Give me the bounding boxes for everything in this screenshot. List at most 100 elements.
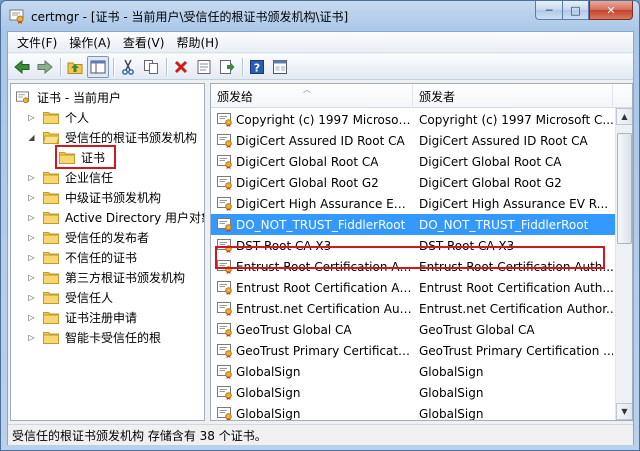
up-one-level-button[interactable] [64, 56, 86, 78]
folder-icon [43, 171, 59, 184]
column-header-issued-to[interactable]: 颁发给 ︿ [211, 84, 413, 108]
certificate-icon [217, 406, 232, 420]
tree-root-current-user[interactable]: 证书 - 当前用户 [15, 87, 123, 107]
table-row[interactable]: DigiCert High Assurance EV ... DigiCert H… [211, 193, 615, 214]
certificate-icon [217, 196, 232, 211]
collapse-arrow-icon[interactable]: ◢ [27, 133, 36, 142]
tree-label: 第三方根证书颁发机构 [65, 270, 186, 285]
certificate-icon [217, 343, 232, 358]
tree-item-intermediate-ca[interactable]: ▷ 中级证书颁发机构 [27, 187, 163, 207]
expand-arrow-icon[interactable]: ▷ [27, 213, 36, 222]
help-icon: ? [250, 59, 264, 74]
expand-arrow-icon[interactable]: ▷ [27, 173, 36, 182]
back-arrow-icon [14, 59, 30, 74]
cell-text: DO_NOT_TRUST_FiddlerRoot [236, 217, 406, 232]
maximize-button[interactable]: □ [562, 1, 589, 20]
cell-text: DigiCert Assured ID Root CA [236, 133, 405, 148]
table-row[interactable]: GlobalSign GlobalSign [211, 361, 615, 382]
tree-item-third-party-root[interactable]: ▷ 第三方根证书颁发机构 [27, 267, 187, 287]
cell-text: DigiCert Global Root CA [419, 154, 562, 169]
expand-arrow-icon[interactable]: ▷ [27, 313, 36, 322]
cell-text: Entrust Root Certification Auth... [419, 280, 613, 295]
mmc-icon [273, 59, 287, 74]
folder-icon [43, 211, 59, 224]
cell-text: GlobalSign [419, 406, 484, 421]
menu-help[interactable]: 帮助(H) [170, 32, 224, 53]
tree-item-active-directory[interactable]: ▷ Active Directory 用户对象 [27, 207, 205, 227]
status-bar: 受信任的根证书颁发机构 存储含有 38 个证书。 [8, 424, 633, 445]
scroll-down-button[interactable]: ▼ [616, 403, 632, 420]
menu-action[interactable]: 操作(A) [63, 32, 117, 53]
menu-file[interactable]: 文件(F) [11, 32, 63, 53]
tree-item-trusted-root[interactable]: ◢ 受信任的根证书颁发机构 [27, 127, 199, 147]
tree-item-untrusted[interactable]: ▷ 不信任的证书 [27, 247, 139, 267]
expand-arrow-icon[interactable]: ▷ [27, 193, 36, 202]
expand-arrow-icon[interactable]: ▷ [27, 273, 36, 282]
back-button[interactable] [11, 56, 33, 78]
vertical-scrollbar[interactable]: ▲ ▼ [615, 108, 632, 420]
scrollbar-thumb[interactable] [617, 133, 632, 244]
minimize-button[interactable]: ─ [535, 1, 562, 20]
cell-text: DigiCert Global Root G2 [419, 175, 562, 190]
tree-item-enrollment-requests[interactable]: ▷ 证书注册申请 [27, 307, 139, 327]
show-hide-console-tree-button[interactable] [87, 55, 109, 78]
expand-arrow-icon[interactable]: ▷ [27, 253, 36, 262]
table-row[interactable]: GlobalSign GlobalSign [211, 403, 615, 421]
tree-item-smart-card-root[interactable]: ▷ 智能卡受信任的根 [27, 327, 163, 347]
column-label: 颁发给 [217, 89, 254, 104]
tree-label: 证书注册申请 [65, 310, 138, 325]
scroll-up-icon: ▲ [621, 112, 628, 121]
tree-item-trusted-publishers[interactable]: ▷ 受信任的发布者 [27, 227, 151, 247]
table-row[interactable]: GlobalSign GlobalSign [211, 382, 615, 403]
tree-item-trusted-people[interactable]: ▷ 受信任人 [27, 287, 115, 307]
scroll-up-button[interactable]: ▲ [616, 108, 632, 125]
table-row[interactable]: DO_NOT_TRUST_FiddlerRoot DO_NOT_TRUST_Fid… [211, 214, 615, 235]
minimize-icon: ─ [545, 3, 553, 17]
cell-text: DigiCert High Assurance EV ... [236, 196, 413, 211]
cell-issued-to: GlobalSign [211, 364, 413, 379]
table-row[interactable]: Copyright (c) 1997 Microsoft... Copyright… [211, 109, 615, 130]
expand-arrow-icon[interactable]: ▷ [27, 293, 36, 302]
copy-button[interactable] [140, 56, 162, 78]
tree-label: Active Directory 用户对象 [65, 210, 205, 225]
column-header-issued-by[interactable]: 颁发者 [413, 84, 613, 108]
expand-arrow-icon[interactable]: ▷ [27, 113, 36, 122]
list-header: 颁发给 ︿ 颁发者 [211, 84, 632, 108]
help-button[interactable]: ? [246, 56, 268, 78]
expand-arrow-icon[interactable]: ▷ [27, 333, 36, 342]
properties-button[interactable] [193, 56, 215, 78]
cell-text: Copyright (c) 1997 Microsoft C... [419, 112, 613, 127]
cell-text: GeoTrust Primary Certificatio... [236, 343, 413, 358]
certificate-icon [217, 364, 232, 379]
table-row[interactable]: DigiCert Assured ID Root CA DigiCert Assu… [211, 130, 615, 151]
cut-button[interactable] [117, 56, 139, 78]
table-row[interactable]: Entrust.net Certification Auth... Entrust… [211, 298, 615, 319]
tree-item-personal[interactable]: ▷ 个人 [27, 107, 91, 127]
close-button[interactable]: ✕ [589, 1, 633, 20]
cell-issued-to: GeoTrust Primary Certificatio... [211, 343, 413, 358]
folder-icon [43, 251, 59, 264]
mmc-view-button[interactable] [269, 56, 291, 78]
title-bar[interactable]: certmgr - [证书 - 当前用户\受信任的根证书颁发机构\证书] ─ □… [1, 1, 639, 31]
tree-label: 受信任的发布者 [65, 230, 150, 245]
table-row[interactable]: DigiCert Global Root CA DigiCert Global R… [211, 151, 615, 172]
column-label: 颁发者 [419, 89, 456, 104]
tree-label: 受信任的根证书颁发机构 [65, 130, 198, 145]
cell-text: GeoTrust Global CA [236, 322, 352, 337]
delete-button[interactable] [170, 56, 192, 78]
client-area: 文件(F) 操作(A) 查看(V) 帮助(H) ? 证书 - 当前用户 ▷ 个人… [7, 31, 634, 445]
table-row[interactable]: GeoTrust Primary Certificatio... GeoTrust… [211, 340, 615, 361]
menu-view[interactable]: 查看(V) [117, 32, 171, 53]
certificate-icon [217, 133, 232, 148]
cell-issued-by: DigiCert Global Root G2 [413, 176, 613, 190]
export-list-button[interactable] [216, 56, 238, 78]
toolbar-separator [113, 57, 114, 76]
forward-button[interactable] [34, 56, 56, 78]
table-row[interactable]: GeoTrust Global CA GeoTrust Global CA [211, 319, 615, 340]
tree-item-enterprise-trust[interactable]: ▷ 企业信任 [27, 167, 115, 187]
certificate-icon [217, 175, 232, 190]
cell-issued-to: Copyright (c) 1997 Microsoft... [211, 112, 413, 127]
table-row[interactable]: DigiCert Global Root G2 DigiCert Global R… [211, 172, 615, 193]
table-row[interactable]: Entrust Root Certification Au... Entrust … [211, 277, 615, 298]
expand-arrow-icon[interactable]: ▷ [27, 233, 36, 242]
